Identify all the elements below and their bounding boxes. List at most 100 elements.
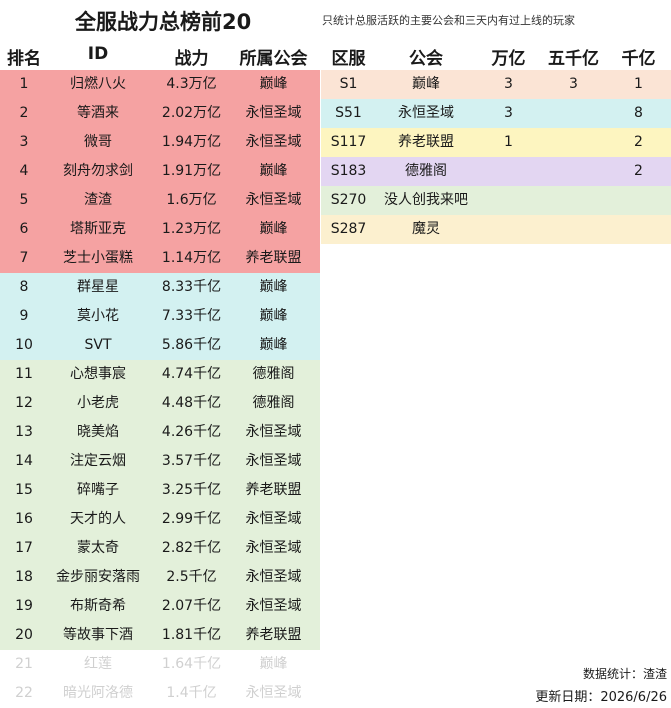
qianyi-count-cell — [606, 215, 671, 244]
wanyi-count-cell: 1 — [504, 134, 513, 150]
rank-cell: 21 — [15, 656, 33, 672]
player-id-cell: 渣渣 — [84, 192, 112, 208]
power-cell: 1.91万亿 — [161, 163, 222, 179]
table-row: 5 渣渣 1.6万亿 永恒圣域 — [0, 186, 320, 215]
rank-cell: 22 — [15, 685, 33, 701]
server-row: S117 养老联盟 1 2 — [321, 128, 671, 157]
wanyi-count-cell: 3 — [504, 105, 513, 121]
rank-cell: 2 — [19, 105, 29, 121]
qianyi-count-cell: 2 — [634, 163, 643, 179]
table-row: 21 红莲 1.64千亿 巅峰 — [0, 650, 320, 679]
rank-cell: 6 — [19, 221, 29, 237]
table-row: 3 微哥 1.94万亿 永恒圣域 — [0, 128, 320, 157]
server-cell: S270 — [330, 192, 367, 208]
server-row: S1 巅峰 3 3 1 — [321, 70, 671, 99]
wanyi-count-cell: 3 — [504, 76, 513, 92]
guild-cell: 巅峰 — [259, 279, 288, 295]
wuqianyi-count-cell — [541, 99, 606, 128]
server-cell: S183 — [330, 163, 367, 179]
power-cell: 7.33千亿 — [161, 308, 222, 324]
player-id-cell: SVT — [84, 337, 112, 353]
rank-cell: 12 — [15, 395, 33, 411]
power-cell: 3.25千亿 — [161, 482, 222, 498]
power-cell: 2.02万亿 — [161, 105, 222, 121]
server-guild-cell: 德雅阁 — [405, 163, 447, 179]
table-row: 9 莫小花 7.33千亿 巅峰 — [0, 302, 320, 331]
power-cell: 8.33千亿 — [161, 279, 222, 295]
rank-header: 排名 — [7, 49, 41, 69]
player-id-cell: 碎嘴子 — [77, 482, 119, 498]
guild-cell: 巅峰 — [259, 221, 288, 237]
qianyi-count-cell: 2 — [634, 134, 643, 150]
guild-cell: 巅峰 — [259, 656, 288, 672]
player-id-cell: 等故事下酒 — [63, 627, 133, 643]
wanyi-count-cell — [476, 157, 541, 186]
rank-cell: 13 — [15, 424, 33, 440]
player-id-cell: 等酒来 — [77, 105, 119, 121]
guild-cell: 永恒圣域 — [245, 569, 302, 585]
power-cell: 1.14万亿 — [161, 250, 222, 266]
server-header: 区服 — [331, 49, 366, 69]
guild-cell: 永恒圣域 — [245, 511, 302, 527]
power-cell: 2.99千亿 — [161, 511, 222, 527]
rank-cell: 3 — [19, 134, 29, 150]
player-id-cell: 注定云烟 — [70, 453, 126, 469]
player-id-cell: 小老虎 — [77, 395, 119, 411]
power-cell: 4.74千亿 — [161, 366, 222, 382]
page-title: 全服战力总榜前20 — [75, 10, 252, 34]
player-id-cell: 蒙太奇 — [77, 540, 119, 556]
guild-header: 所属公会 — [239, 49, 308, 69]
player-id-cell: 归燃八火 — [70, 76, 126, 92]
guild-cell: 永恒圣域 — [245, 540, 302, 556]
qianyi-header: 千亿 — [621, 49, 656, 69]
table-row: 2 等酒来 2.02万亿 永恒圣域 — [0, 99, 320, 128]
power-cell: 1.64千亿 — [161, 656, 222, 672]
rank-cell: 1 — [19, 76, 29, 92]
server-guild-cell: 没人创我来吧 — [384, 192, 468, 208]
table-row: 12 小老虎 4.48千亿 德雅阁 — [0, 389, 320, 418]
player-id-cell: 布斯奇希 — [70, 598, 126, 614]
guild-cell: 永恒圣域 — [245, 134, 302, 150]
guild-cell: 永恒圣域 — [245, 453, 302, 469]
wuqianyi-header: 五千亿 — [548, 49, 599, 69]
power-cell: 1.23万亿 — [161, 221, 222, 237]
rank-cell: 9 — [19, 308, 29, 324]
rank-cell: 16 — [15, 511, 33, 527]
guild-cell: 德雅阁 — [252, 366, 295, 382]
qianyi-count-cell: 8 — [634, 105, 643, 121]
guild-cell: 养老联盟 — [245, 250, 302, 266]
guild-cell: 巅峰 — [259, 163, 288, 179]
guild-cell: 永恒圣域 — [245, 598, 302, 614]
rank-cell: 8 — [19, 279, 29, 295]
server-guild-header: 公会 — [409, 49, 443, 69]
rank-cell: 4 — [19, 163, 29, 179]
table-row: 19 布斯奇希 2.07千亿 永恒圣域 — [0, 592, 320, 621]
power-cell: 1.81千亿 — [161, 627, 222, 643]
table-row: 16 天才的人 2.99千亿 永恒圣域 — [0, 505, 320, 534]
update-date: 更新日期：2026/6/26 — [535, 690, 667, 705]
guild-cell: 巅峰 — [259, 337, 288, 353]
stats-credit: 数据统计：渣渣 — [582, 667, 667, 681]
scope-note: 只统计总服活跃的主要公会和三天内有过上线的玩家 — [322, 14, 575, 27]
server-cell: S117 — [330, 134, 367, 150]
wanyi-header: 万亿 — [491, 49, 526, 69]
guild-cell: 永恒圣域 — [245, 685, 302, 701]
table-row: 11 心想事宸 4.74千亿 德雅阁 — [0, 360, 320, 389]
rank-cell: 17 — [15, 540, 33, 556]
id-header: ID — [87, 44, 109, 64]
rank-cell: 5 — [19, 192, 29, 208]
player-id-cell: 芝士小蛋糕 — [63, 250, 133, 266]
power-cell: 1.4千亿 — [166, 685, 217, 701]
table-row: 17 蒙太奇 2.82千亿 永恒圣域 — [0, 534, 320, 563]
server-guild-cell: 永恒圣域 — [398, 105, 454, 121]
qianyi-count-cell — [606, 186, 671, 215]
server-cell: S51 — [335, 105, 362, 121]
server-cell: S287 — [330, 221, 367, 237]
server-guild-cell: 巅峰 — [412, 76, 440, 92]
power-cell: 2.07千亿 — [161, 598, 222, 614]
server-row: S287 魔灵 — [321, 215, 671, 244]
power-cell: 4.48千亿 — [161, 395, 222, 411]
player-id-cell: 塔斯亚克 — [70, 221, 126, 237]
power-cell: 4.26千亿 — [161, 424, 222, 440]
guild-cell: 永恒圣域 — [245, 424, 302, 440]
